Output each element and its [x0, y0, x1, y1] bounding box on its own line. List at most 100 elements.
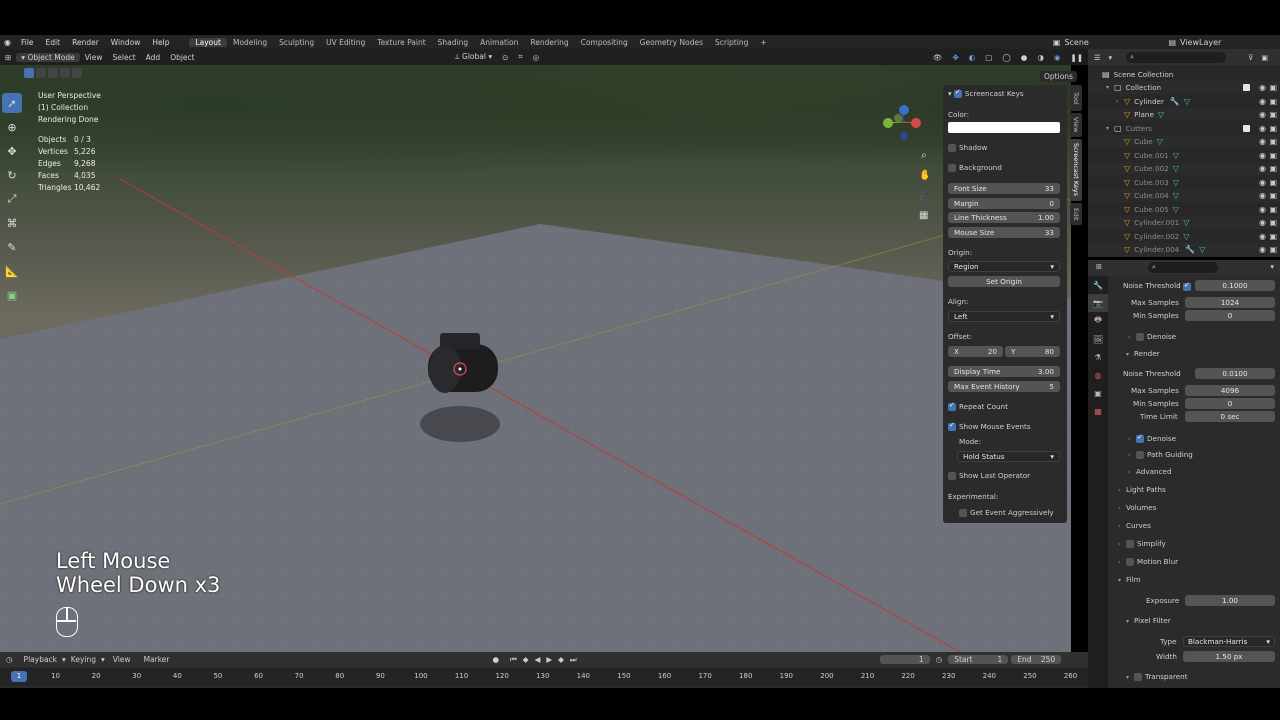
denoise-render-checkbox[interactable]	[1136, 433, 1144, 443]
add-workspace-icon[interactable]: +	[754, 38, 772, 47]
exposure-field[interactable]: 1.00	[1185, 595, 1275, 606]
menu-select[interactable]: Select	[108, 53, 141, 62]
play-reverse-icon[interactable]: ◀	[532, 655, 544, 664]
filter-width-field[interactable]: 1.50 px	[1183, 651, 1275, 662]
transparent-row[interactable]: ▾ Transparent	[1126, 672, 1188, 681]
annotate-tool-icon[interactable]: ✎	[2, 237, 22, 257]
outliner-row-cylinder-002[interactable]: ▽ Cylinder.002 ▽ ◉ ▣	[1088, 230, 1280, 243]
scene-name[interactable]: Scene	[1064, 38, 1164, 47]
tab-geometry-nodes[interactable]: Geometry Nodes	[634, 38, 709, 47]
menu-edit[interactable]: Edit	[40, 38, 67, 47]
outliner-row-cube-001[interactable]: ▽ Cube.001 ▽ ◉ ▣	[1088, 149, 1280, 162]
outliner-row-collection[interactable]: ▾ ▢ Collection ◉ ▣	[1088, 81, 1280, 94]
motion-blur-row[interactable]: › Motion Blur	[1118, 557, 1178, 566]
margin-field[interactable]: Margin 0	[948, 198, 1060, 209]
overlay-icon[interactable]: ◐	[964, 53, 981, 62]
timeline-editor-icon[interactable]: ◷	[0, 655, 19, 664]
prev-keyframe-icon[interactable]: ◆	[520, 655, 532, 664]
line-thickness-field[interactable]: Line Thickness 1.00	[948, 212, 1060, 223]
tab-edit[interactable]: Edit	[1070, 203, 1082, 225]
render-section-header[interactable]: ▾ Render	[1126, 349, 1160, 358]
denoise-viewport-row[interactable]: › Denoise	[1128, 332, 1176, 341]
simplify-checkbox[interactable]	[1126, 540, 1134, 548]
menu-help[interactable]: Help	[146, 38, 175, 47]
outliner-search-input[interactable]: ⌕	[1126, 51, 1227, 63]
mode-dropdown[interactable]: Hold Status ▾	[957, 451, 1060, 462]
tool-properties-icon[interactable]: 🔧	[1088, 276, 1108, 294]
snap-icon[interactable]: ⌗	[513, 52, 527, 62]
path-guiding-checkbox[interactable]	[1136, 451, 1144, 459]
camera-icon[interactable]: ▣	[1269, 245, 1277, 254]
move-tool-icon[interactable]: ✥	[2, 141, 22, 161]
shading-wireframe-icon[interactable]: ◯	[997, 53, 1015, 62]
view-layer-name[interactable]: ViewLayer	[1180, 38, 1280, 47]
tab-sculpting[interactable]: Sculpting	[273, 38, 320, 47]
eye-icon[interactable]: ◉	[1259, 124, 1266, 133]
blender-logo-icon[interactable]: ◉	[0, 38, 15, 47]
origin-dropdown[interactable]: Region ▾	[948, 261, 1060, 272]
eye-icon[interactable]: ◉	[1259, 151, 1266, 160]
mouse-size-field[interactable]: Mouse Size 33	[948, 227, 1060, 238]
camera-icon[interactable]: ▣	[1269, 205, 1277, 214]
select-mode-intersect-icon[interactable]	[72, 68, 82, 78]
filter-type-dropdown[interactable]: Blackman-Harris ▾	[1183, 636, 1275, 647]
camera-icon[interactable]: ▣	[1269, 137, 1277, 146]
outliner-row-cube-002[interactable]: ▽ Cube.002 ▽ ◉ ▣	[1088, 162, 1280, 175]
start-frame-field[interactable]: Start 1	[948, 655, 1009, 664]
outliner-row-plane[interactable]: ▽ Plane ▽ ◉ ▣	[1088, 108, 1280, 121]
transparent-checkbox[interactable]	[1134, 673, 1142, 681]
eye-icon[interactable]: ◉	[1259, 178, 1266, 187]
filter-icon[interactable]: ⊽	[1248, 53, 1253, 62]
viewport-noise-threshold-checkbox[interactable]	[1183, 281, 1191, 291]
eye-icon[interactable]: ◉	[1259, 83, 1266, 92]
tab-view[interactable]: View	[1070, 113, 1082, 137]
collection-checkbox[interactable]	[1243, 84, 1250, 91]
viewport-min-samples-field[interactable]: 0	[1185, 310, 1275, 321]
repeat-count-checkbox[interactable]	[948, 401, 956, 411]
menu-add[interactable]: Add	[141, 53, 166, 62]
menu-render[interactable]: Render	[66, 38, 105, 47]
outliner-row-cube-003[interactable]: ▽ Cube.003 ▽ ◉ ▣	[1088, 176, 1280, 189]
tab-screencast-keys[interactable]: Screencast Keys	[1070, 139, 1082, 201]
outliner-row-cube-004[interactable]: ▽ Cube.004 ▽ ◉ ▣	[1088, 189, 1280, 202]
xray-icon[interactable]: ▢	[980, 53, 997, 62]
render-max-samples-field[interactable]: 4096	[1185, 385, 1275, 396]
font-size-field[interactable]: Font Size 33	[948, 183, 1060, 194]
frame-ruler[interactable]: 10 20 30 40 50 60 70 80 90 100 110 120 130 140 150 160 1…	[0, 668, 1088, 686]
tab-layout[interactable]: Layout	[189, 37, 227, 47]
menu-marker[interactable]: Marker	[139, 655, 175, 664]
play-icon[interactable]: ▶	[543, 655, 555, 664]
transform-orientation-dropdown[interactable]: ⟂ Global ▾	[450, 52, 497, 62]
cursor-tool-icon[interactable]: ⊕	[2, 117, 22, 137]
scene-collection-row[interactable]: ▤ Scene Collection	[1088, 68, 1280, 81]
denoise-render-row[interactable]: ›Denoise	[1128, 433, 1176, 443]
options-button[interactable]: Options	[1040, 71, 1077, 82]
max-event-history-field[interactable]: Max Event History 5	[948, 381, 1060, 392]
new-collection-icon[interactable]: ▣	[1261, 53, 1268, 62]
outliner-row-cube[interactable]: ▽ Cube ▽ ◉ ▣	[1088, 135, 1280, 148]
outliner-row-cylinder-001[interactable]: ▽ Cylinder.001 ▽ ◉ ▣	[1088, 216, 1280, 229]
output-properties-icon[interactable]: 🖶	[1088, 312, 1108, 330]
outliner-row-cylinder-004[interactable]: ▽ Cylinder.004 🔧 ▽ ◉ ▣	[1088, 243, 1280, 256]
camera-icon[interactable]: ▣	[1269, 97, 1277, 106]
camera-icon[interactable]: ▣	[1269, 218, 1277, 227]
select-mode-invert-icon[interactable]	[60, 68, 70, 78]
menu-file[interactable]: File	[15, 38, 40, 47]
offset-x-field[interactable]: X 20	[948, 346, 1003, 357]
select-tool-icon[interactable]: ➚	[2, 93, 22, 113]
camera-icon[interactable]: ▣	[1269, 124, 1277, 133]
transform-tool-icon[interactable]: ⌘	[2, 213, 22, 233]
camera-icon[interactable]: ▣	[1269, 151, 1277, 160]
texture-properties-icon[interactable]: ▦	[1088, 402, 1108, 420]
advanced-row[interactable]: › Advanced	[1128, 467, 1172, 476]
simplify-row[interactable]: › Simplify	[1118, 539, 1166, 548]
render-properties-icon[interactable]: 📷	[1088, 294, 1108, 312]
scale-tool-icon[interactable]: ⤢	[2, 189, 22, 209]
render-min-samples-field[interactable]: 0	[1185, 398, 1275, 409]
navigation-gizmo[interactable]: ⌕ ✋ 🎥 ▦	[878, 90, 928, 230]
shading-rendered-icon[interactable]: ◉	[1049, 53, 1066, 62]
tab-rendering[interactable]: Rendering	[524, 38, 574, 47]
set-origin-button[interactable]: Set Origin	[948, 276, 1060, 287]
motion-blur-checkbox[interactable]	[1126, 558, 1134, 566]
measure-tool-icon[interactable]: 📐	[2, 261, 22, 281]
